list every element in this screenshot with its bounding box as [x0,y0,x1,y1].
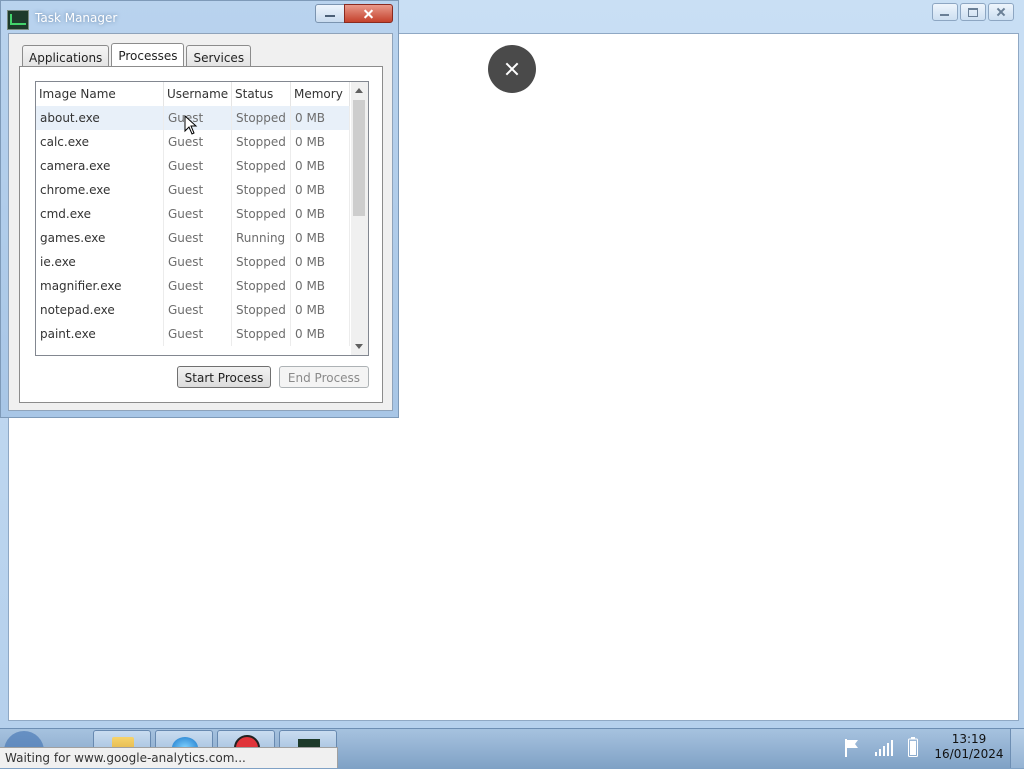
processes-panel: Image Name Username Status Memory about.… [19,66,383,403]
minimize-icon[interactable] [932,3,958,21]
process-username: Guest [164,226,232,250]
table-row[interactable]: chrome.exe Guest Stopped 0 MB [36,178,350,202]
process-status: Stopped [232,274,291,298]
process-username: Guest [164,250,232,274]
process-memory: 0 MB [291,298,350,322]
scroll-down-icon[interactable] [355,344,363,349]
table-header: Image Name Username Status Memory [36,82,350,107]
process-memory: 0 MB [291,202,350,226]
column-header-status[interactable]: Status [232,82,291,106]
process-username: Guest [164,274,232,298]
maximize-icon[interactable] [960,3,986,21]
process-memory: 0 MB [291,322,350,346]
network-signal-icon[interactable] [874,739,894,757]
process-username: Guest [164,202,232,226]
start-process-button[interactable]: Start Process [177,366,271,388]
battery-icon[interactable] [908,737,918,757]
task-manager-icon [7,10,29,30]
column-header-image-name[interactable]: Image Name [36,82,164,106]
column-header-memory[interactable]: Memory [291,82,350,106]
process-username: Guest [164,298,232,322]
process-image-name: magnifier.exe [36,274,164,298]
process-image-name: notepad.exe [36,298,164,322]
minimize-button[interactable] [315,4,345,23]
tab-services[interactable]: Services [186,45,252,68]
scrollbar[interactable] [351,82,368,355]
process-image-name: about.exe [36,106,164,130]
task-manager-window: Task Manager Applications Processes Serv… [0,0,399,418]
process-image-name: chrome.exe [36,178,164,202]
process-image-name: camera.exe [36,154,164,178]
scroll-up-icon[interactable] [355,88,363,93]
close-icon[interactable] [988,3,1014,21]
process-status: Running [232,226,291,250]
process-status: Stopped [232,130,291,154]
process-username: Guest [164,106,232,130]
show-desktop-button[interactable] [1010,729,1024,768]
process-memory: 0 MB [291,274,350,298]
window-title: Task Manager [35,11,118,25]
process-status: Stopped [232,154,291,178]
table-row[interactable]: notepad.exe Guest Stopped 0 MB [36,298,350,322]
process-memory: 0 MB [291,178,350,202]
mouse-cursor-icon [184,115,198,135]
process-username: Guest [164,130,232,154]
overlay-close-button[interactable] [488,45,536,93]
process-memory: 0 MB [291,154,350,178]
close-button[interactable] [344,4,393,23]
process-status: Stopped [232,298,291,322]
end-process-button[interactable]: End Process [279,366,369,388]
process-memory: 0 MB [291,106,350,130]
tab-applications[interactable]: Applications [22,45,110,68]
process-image-name: cmd.exe [36,202,164,226]
table-row[interactable]: magnifier.exe Guest Stopped 0 MB [36,274,350,298]
browser-window-controls [932,3,1014,21]
process-memory: 0 MB [291,250,350,274]
scroll-thumb[interactable] [353,100,365,216]
process-table: Image Name Username Status Memory about.… [35,81,369,356]
table-row[interactable]: paint.exe Guest Stopped 0 MB [36,322,350,346]
process-memory: 0 MB [291,130,350,154]
tab-bar: Applications Processes Services [22,43,253,68]
process-status: Stopped [232,250,291,274]
clock-time: 13:19 [951,732,987,746]
column-header-username[interactable]: Username [164,82,232,106]
action-center-flag-icon[interactable] [844,738,860,758]
process-status: Stopped [232,202,291,226]
process-image-name: calc.exe [36,130,164,154]
process-status: Stopped [232,106,291,130]
process-username: Guest [164,322,232,346]
system-clock[interactable]: 13:19 16/01/2024 [930,732,1008,762]
process-status: Stopped [232,322,291,346]
process-image-name: paint.exe [36,322,164,346]
process-image-name: ie.exe [36,250,164,274]
process-image-name: games.exe [36,226,164,250]
browser-status-bar: Waiting for www.google-analytics.com... [0,747,338,768]
table-rows: about.exeGuestStopped0 MBcalc.exeGuestSt… [36,106,350,346]
process-status: Stopped [232,178,291,202]
table-row[interactable]: camera.exe Guest Stopped 0 MB [36,154,350,178]
process-username: Guest [164,154,232,178]
table-row[interactable]: cmd.exe Guest Stopped 0 MB [36,202,350,226]
task-manager-body: Applications Processes Services Image Na… [8,33,393,411]
clock-date: 16/01/2024 [934,747,1004,761]
table-row[interactable]: games.exe Guest Running 0 MB [36,226,350,250]
table-row[interactable]: ie.exe Guest Stopped 0 MB [36,250,350,274]
process-memory: 0 MB [291,226,350,250]
process-username: Guest [164,178,232,202]
tab-processes[interactable]: Processes [111,43,185,68]
